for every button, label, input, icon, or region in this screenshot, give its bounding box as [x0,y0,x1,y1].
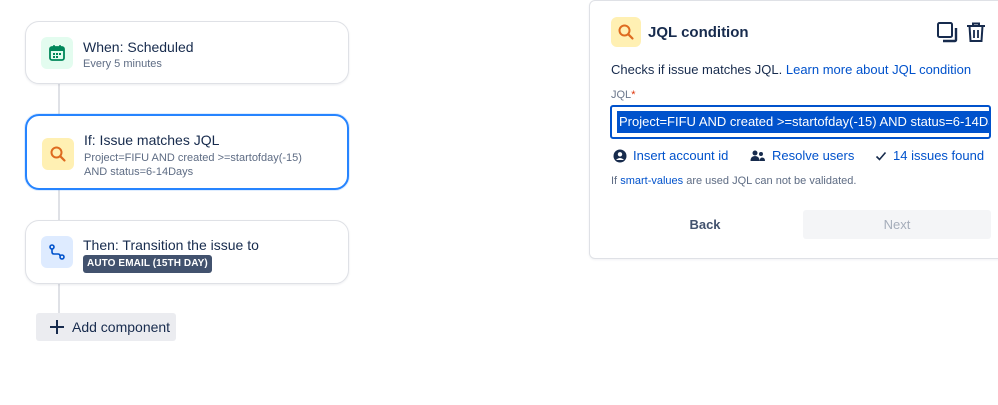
condition-subtitle: Project=FIFU AND created >=startofday(-1… [84,152,302,178]
insert-account-id-label: Insert account id [633,148,729,163]
status-lozenge: AUTO EMAIL (15TH DAY) [83,255,212,273]
hint-suffix: are used JQL can not be validated. [686,175,857,187]
flow-connector [58,83,60,115]
add-component-button[interactable]: Add component [36,313,176,341]
issues-found-label: 14 issues found [893,148,985,163]
jql-input-value: Project=FIFU AND created >=startofday(-1… [617,111,989,133]
description-text: Checks if issue matches JQL. [611,62,783,77]
back-button[interactable]: Back [630,210,780,239]
jql-label-text: JQL [611,89,632,101]
check-icon [875,151,887,161]
jql-helper-links: Insert account id Resolve users 14 issue… [613,148,993,168]
action-card[interactable]: Then: Transition the issue to AUTO EMAIL… [25,220,349,284]
action-title: Then: Transition the issue to [83,237,259,253]
trash-icon[interactable] [965,21,987,43]
issues-found-link[interactable]: 14 issues found [875,148,984,163]
resolve-users-link[interactable]: Resolve users [750,148,854,163]
jql-field-label: JQL* [611,89,635,101]
hint-prefix: If [611,175,618,187]
plus-icon [48,318,66,336]
search-icon [42,138,74,170]
required-marker: * [631,89,636,101]
condition-card[interactable]: If: Issue matches JQL Project=FIFU AND c… [25,114,349,190]
user-circle-icon [613,149,627,162]
panel-title: JQL condition [648,24,749,41]
smart-values-hint: If smart-values are used JQL can not be … [611,175,856,187]
condition-title: If: Issue matches JQL [84,132,220,148]
calendar-icon [41,37,73,69]
search-icon [611,17,641,47]
jql-input[interactable]: Project=FIFU AND created >=startofday(-1… [610,105,991,139]
trigger-title: When: Scheduled [83,39,194,55]
duplicate-icon[interactable] [936,21,958,43]
next-button[interactable]: Next [803,210,991,239]
jql-condition-panel: JQL condition Checks if issue matches JQ… [589,0,998,259]
branch-icon [41,236,73,268]
rule-flow: When: Scheduled Every 5 minutes If: Issu… [0,0,400,405]
resolve-users-label: Resolve users [772,148,855,163]
users-icon [750,150,765,161]
smart-values-link[interactable]: smart-values [620,175,683,187]
trigger-card[interactable]: When: Scheduled Every 5 minutes [25,21,349,84]
add-component-label: Add component [72,319,171,335]
trigger-subtitle: Every 5 minutes [83,58,162,70]
action-status-row: AUTO EMAIL (15TH DAY) [83,255,212,273]
flow-connector [58,283,60,314]
panel-description: Checks if issue matches JQL. Learn more … [611,62,971,77]
flow-connector [58,190,60,221]
learn-more-link[interactable]: Learn more about JQL condition [786,62,971,77]
insert-account-id-link[interactable]: Insert account id [613,148,728,163]
